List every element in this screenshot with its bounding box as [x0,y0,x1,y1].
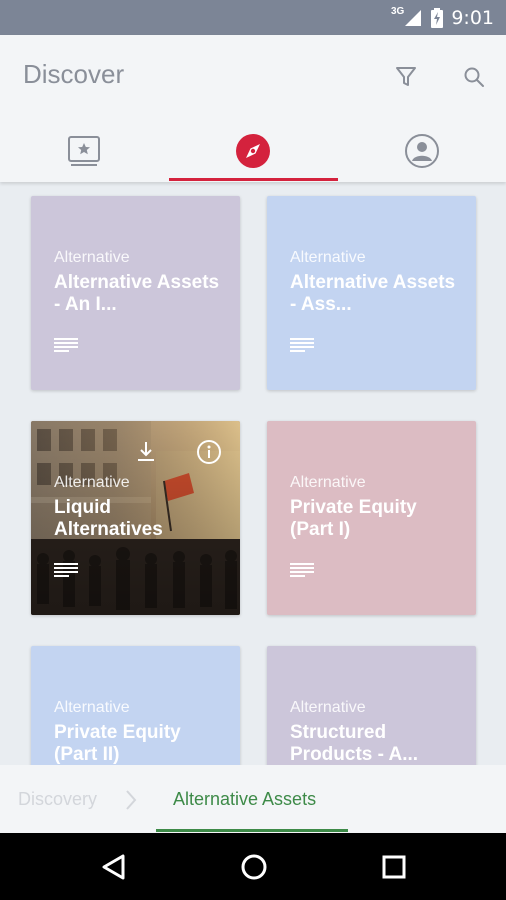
breadcrumb-item-discovery[interactable]: Discovery [18,789,97,810]
card-category: Alternative [290,699,366,716]
card-category: Alternative [54,699,130,716]
content-card[interactable]: Alternative Alternative Assets - Ass... [267,196,476,390]
article-icon [290,563,314,577]
article-icon [54,563,78,577]
back-triangle-icon [102,854,125,880]
download-button[interactable] [134,439,158,463]
info-icon [197,440,221,464]
content-grid: Alternative Alternative Assets - An I...… [0,182,506,765]
content-card[interactable]: Alternative Private Equity (Part II) [31,646,240,765]
recents-button[interactable] [378,851,410,883]
back-button[interactable] [99,851,131,883]
home-button[interactable] [238,851,270,883]
bookmark-star-icon [68,136,100,166]
card-title: Liquid Alternatives [54,497,163,540]
search-button[interactable] [460,63,488,91]
status-bar: 3G 9:01 [0,0,506,35]
card-title: Alternative Assets - An I... [54,272,220,315]
content-card[interactable]: Alternative Liquid Alternatives [31,421,240,615]
network-type: 3G [390,6,405,17]
card-category: Alternative [290,249,366,266]
search-icon [464,67,484,87]
content-card[interactable]: Alternative Alternative Assets - An I... [31,196,240,390]
signal-indicator: 3G [391,6,422,26]
home-circle-icon [241,854,267,880]
profile-icon [405,134,439,168]
article-icon [54,338,78,352]
chevron-right-icon [126,790,137,810]
filter-button[interactable] [392,63,420,91]
download-icon [138,442,154,461]
card-title: Structured Products - A... [290,722,419,765]
battery-icon [431,7,444,28]
card-category: Alternative [54,474,130,491]
tab-saved[interactable] [0,120,168,182]
content-card[interactable]: Alternative Structured Products - A... [267,646,476,765]
breadcrumb-item-alternative-assets[interactable]: Alternative Assets [173,789,316,810]
article-icon [290,338,314,352]
filter-icon [396,67,416,86]
card-title: Alternative Assets - Ass... [290,272,456,315]
info-button[interactable] [196,439,222,465]
card-category: Alternative [290,474,366,491]
recents-square-icon [382,855,406,879]
tab-profile[interactable] [338,120,506,182]
card-category: Alternative [54,249,130,266]
card-title: Private Equity (Part I) [290,497,417,540]
breadcrumb: Discovery Alternative Assets [0,765,506,833]
page-title: Discover [23,59,125,89]
compass-icon [236,134,270,168]
signal-icon [405,9,422,26]
status-time: 9:01 [451,6,494,29]
tab-discover[interactable] [169,120,337,182]
tab-indicator [169,178,338,181]
breadcrumb-active-indicator [156,829,348,832]
system-nav-bar [0,833,506,900]
card-title: Private Equity (Part II) [54,722,181,765]
app-bar: Discover [0,35,506,182]
content-card[interactable]: Alternative Private Equity (Part I) [267,421,476,615]
